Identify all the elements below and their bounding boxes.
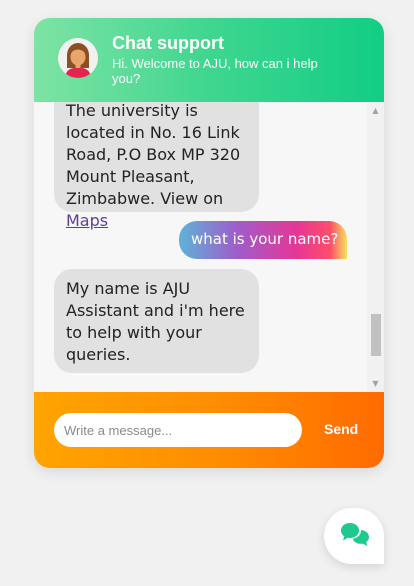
chat-window: Chat support Hi. Welcome to AJU, how can… bbox=[34, 18, 384, 468]
chat-launcher-button[interactable] bbox=[324, 508, 384, 564]
maps-link[interactable]: Maps bbox=[66, 211, 108, 230]
bot-message-text: The university is located in No. 16 Link… bbox=[66, 102, 241, 208]
scroll-up-arrow-icon[interactable]: ▲ bbox=[367, 102, 384, 119]
chat-header: Chat support Hi. Welcome to AJU, how can… bbox=[34, 18, 384, 102]
bot-message-text: My name is AJU Assistant and i'm here to… bbox=[66, 279, 245, 364]
message-input[interactable] bbox=[54, 413, 302, 447]
chat-bubbles-icon bbox=[341, 523, 369, 546]
header-title: Chat support bbox=[112, 33, 224, 53]
woman-avatar-icon bbox=[58, 38, 98, 78]
user-message-text: what is your name? bbox=[191, 230, 339, 248]
message-list[interactable]: The university is located in No. 16 Link… bbox=[34, 102, 384, 392]
scroll-thumb[interactable] bbox=[371, 314, 381, 356]
message-scrollbar[interactable]: ▲ ▼ bbox=[367, 102, 384, 392]
chat-composer: Send bbox=[34, 392, 384, 468]
user-message: what is your name? bbox=[179, 221, 347, 259]
scroll-down-arrow-icon[interactable]: ▼ bbox=[367, 375, 384, 392]
header-subtitle: Hi. Welcome to AJU, how can i help you? bbox=[112, 56, 318, 86]
send-button[interactable]: Send bbox=[324, 421, 358, 437]
bot-message: My name is AJU Assistant and i'm here to… bbox=[54, 269, 259, 373]
bot-message: The university is located in No. 16 Link… bbox=[54, 102, 259, 230]
